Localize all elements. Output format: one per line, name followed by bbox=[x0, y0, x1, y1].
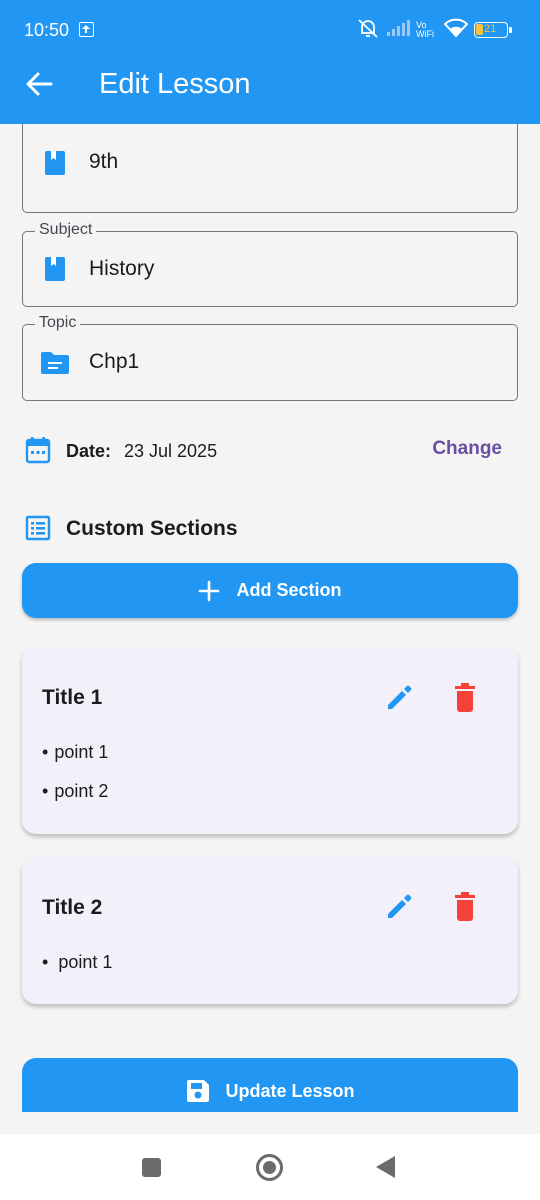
delete-icon[interactable] bbox=[452, 683, 478, 713]
grade-field[interactable]: 9th bbox=[22, 124, 518, 213]
recents-button[interactable] bbox=[142, 1158, 161, 1177]
system-navigation-bar bbox=[0, 1134, 540, 1200]
list-alt-icon bbox=[25, 515, 51, 541]
section-card-title: Title 2 bbox=[42, 896, 103, 919]
section-point-text: point 1 bbox=[54, 742, 109, 762]
section-point: • point 1 bbox=[42, 742, 109, 762]
topic-value: Chp1 bbox=[89, 350, 140, 373]
custom-sections-title: Custom Sections bbox=[66, 517, 238, 540]
grade-value: 9th bbox=[89, 150, 119, 173]
topic-label: Topic bbox=[35, 314, 81, 332]
section-point: • point 1 bbox=[42, 952, 113, 972]
back-button[interactable] bbox=[22, 66, 56, 102]
delete-icon[interactable] bbox=[452, 892, 478, 922]
section-point: • point 2 bbox=[42, 781, 109, 801]
add-section-button[interactable]: Add Section bbox=[22, 563, 518, 618]
save-icon bbox=[187, 1080, 210, 1102]
wifi-icon bbox=[443, 18, 469, 43]
edit-icon[interactable] bbox=[384, 892, 414, 922]
section-point-text: point 1 bbox=[58, 952, 113, 972]
subject-label: Subject bbox=[35, 221, 97, 239]
battery-level: 21 bbox=[484, 23, 497, 35]
page-title: Edit Lesson bbox=[99, 68, 251, 100]
upload-notification-icon bbox=[79, 22, 94, 37]
status-time: 10:50 bbox=[24, 20, 70, 40]
lesson-form[interactable]: 9th Subject History Topic Chp1 Date: 23 … bbox=[0, 124, 540, 1112]
custom-sections-header: Custom Sections bbox=[22, 511, 518, 545]
subject-field[interactable]: Subject History bbox=[22, 221, 518, 307]
mute-icon bbox=[356, 17, 380, 44]
system-back-button[interactable] bbox=[376, 1156, 395, 1178]
section-card: Title 1 • point 1 • point 2 bbox=[22, 646, 518, 834]
update-lesson-button[interactable]: Update Lesson bbox=[22, 1058, 518, 1112]
book-icon bbox=[45, 151, 65, 175]
status-bar: 10:50 Vo WiFi 21 bbox=[0, 0, 540, 60]
battery-icon: 21 bbox=[474, 22, 512, 38]
topic-field[interactable]: Topic Chp1 bbox=[22, 314, 518, 401]
calendar-icon bbox=[25, 437, 51, 464]
arrow-back-icon bbox=[26, 72, 53, 96]
date-row: Date: 23 Jul 2025 Change bbox=[22, 434, 518, 468]
vowifi-label: Vo WiFi bbox=[416, 20, 434, 39]
plus-icon bbox=[199, 580, 220, 601]
subject-value: History bbox=[89, 257, 155, 280]
update-lesson-label: Update Lesson bbox=[225, 1080, 355, 1101]
app-bar: 10:50 Vo WiFi 21 Edit Lesson bbox=[0, 0, 540, 124]
home-dot-icon bbox=[263, 1161, 276, 1174]
folder-icon bbox=[41, 352, 69, 374]
section-point-text: point 2 bbox=[54, 781, 109, 801]
status-icons: Vo WiFi 21 bbox=[356, 17, 512, 44]
book-icon bbox=[45, 257, 65, 281]
section-card-title: Title 1 bbox=[42, 686, 103, 709]
signal-icon bbox=[386, 19, 410, 42]
edit-icon[interactable] bbox=[384, 683, 414, 713]
add-section-label: Add Section bbox=[236, 580, 342, 600]
change-date-button[interactable]: Change bbox=[432, 438, 502, 460]
date-label: Date: bbox=[66, 441, 112, 461]
date-value: 23 Jul 2025 bbox=[124, 441, 218, 461]
home-button[interactable] bbox=[256, 1154, 283, 1181]
section-card: Title 2 • point 1 bbox=[22, 856, 518, 1004]
